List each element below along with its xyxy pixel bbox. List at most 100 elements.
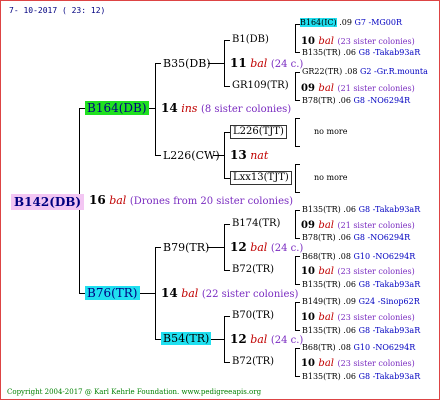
root-sisters: (Drones from 20 sister colonies)	[129, 196, 294, 207]
connector	[295, 348, 300, 349]
gen3-species: bal	[318, 266, 334, 277]
connector	[224, 40, 230, 41]
gen1-b-number: 14	[161, 286, 178, 300]
report-date: 7- 10-2017 ( 23: 12)	[9, 6, 106, 15]
gen4-year: .06	[338, 96, 351, 105]
gen2-sisters: (24 c.)	[270, 243, 304, 254]
connector	[295, 302, 300, 303]
connector	[224, 86, 230, 87]
connector	[155, 63, 156, 155]
connector	[224, 316, 225, 362]
gen3-sisters: (21 sister colonies)	[337, 221, 415, 230]
queen-gen3[interactable]: B1(DB)	[232, 35, 269, 45]
queen-gen4[interactable]: B78(TR) .06 G8 -NO6294R	[302, 234, 410, 242]
queen-gen4[interactable]: B164(IC) .09 G7 -MG00R	[300, 18, 402, 27]
queen-gen4[interactable]: B135(TR) .06 G8 -Takab93aR	[302, 281, 420, 289]
gen3-sisters: (21 sister colonies)	[337, 84, 415, 93]
queen-gen3[interactable]: B70(TR)	[232, 311, 274, 321]
connector	[295, 192, 300, 193]
queen-gen2[interactable]: B35(DB)	[163, 58, 211, 69]
gen3-species: bal	[318, 358, 334, 369]
gen4-breeder: G8 -Takab93aR	[358, 48, 421, 57]
queen-gen4[interactable]: B135(TR) .06 G8 -Takab93aR	[302, 49, 420, 57]
no-more-label: no more	[314, 127, 348, 136]
queen-gen4[interactable]: B68(TR) .08 G10 -NO6294R	[302, 253, 415, 261]
gen4-name: B68(TR)	[302, 343, 336, 352]
gen4-year: .06	[343, 326, 357, 335]
connector	[224, 40, 225, 86]
queen-gen3[interactable]: B174(TR)	[232, 219, 280, 229]
gen2-species: bal	[250, 241, 268, 254]
gen4-name: B135(TR)	[302, 205, 341, 214]
copyright-footer[interactable]: Copyright 2004-2017 @ Karl Kehrle Founda…	[7, 389, 261, 396]
queen-gen2[interactable]: L226(CW)	[163, 150, 220, 161]
gen2-info: 12 bal (24 c.)	[230, 241, 303, 254]
connector	[155, 155, 161, 156]
gen3-sisters: (23 sister colonies)	[337, 267, 415, 276]
queen-gen3[interactable]: B72(TR)	[232, 265, 274, 275]
connector	[224, 362, 230, 363]
queen-gen3[interactable]: GR109(TR)	[232, 81, 289, 91]
queen-gen4[interactable]: GR22(TR) .08 G2 -Gr.R.mounta	[302, 68, 428, 76]
gen4-name: B135(TR)	[302, 48, 341, 57]
gen2-number: 13	[230, 148, 247, 162]
gen1-b-species: bal	[181, 287, 199, 300]
gen4-breeder: G8 -NO6294R	[353, 233, 411, 242]
gen4-breeder: G8 -Takab93aR	[358, 372, 421, 381]
gen3-number: 09	[301, 83, 315, 94]
queen-gen2[interactable]: B54(TR)	[161, 332, 212, 345]
gen4-name: B135(TR)	[302, 280, 341, 289]
gen3-sisters: (23 sister colonies)	[337, 313, 415, 322]
queen-gen4[interactable]: B68(TR) .08 G10 -NO6294R	[302, 344, 415, 352]
gen1-a-info: 14 ins (8 sister colonies)	[161, 102, 291, 115]
connector	[155, 247, 156, 339]
queen-gen4[interactable]: B135(TR) .06 G8 -Takab93aR	[302, 206, 420, 214]
queen-gen3[interactable]: B72(TR)	[232, 357, 274, 367]
connector	[224, 224, 225, 270]
gen3-info: 10 bal (23 sister colonies)	[301, 35, 415, 47]
gen2-species: nat	[250, 149, 269, 162]
queen-gen4[interactable]: B135(TR) .06 G8 -Takab93aR	[302, 373, 420, 381]
gen2-sisters: (24 c.)	[270, 335, 304, 346]
connector	[295, 24, 296, 52]
queen-gen4[interactable]: B135(TR) .06 G8 -Takab93aR	[302, 327, 420, 335]
gen2-info: 11 bal (24 c.)	[230, 57, 303, 70]
gen4-name: GR22(TR)	[302, 67, 343, 76]
connector	[155, 247, 161, 248]
gen2-number: 12	[230, 240, 247, 254]
gen4-year: .06	[343, 280, 357, 289]
gen3-info: 09 bal (21 sister colonies)	[301, 82, 415, 94]
gen4-breeder: G10 -NO6294R	[353, 343, 416, 352]
connector	[295, 210, 296, 238]
queen-gen4[interactable]: B78(TR) .06 G8 -NO6294R	[302, 97, 410, 105]
gen1-b-info: 14 bal (22 sister colonies)	[161, 287, 298, 300]
gen4-breeder: G8 -Takab93aR	[358, 326, 421, 335]
queen-gen3[interactable]: Lxx13(TJT)	[230, 171, 292, 185]
gen4-name: B78(TR)	[302, 96, 336, 105]
gen3-species: bal	[318, 312, 334, 323]
connector	[295, 256, 300, 257]
gen3-species: bal	[318, 36, 334, 47]
gen4-year: .09	[343, 297, 357, 306]
pedigree-chart: 7- 10-2017 ( 23: 12) B142(DB) 16 bal (Dr…	[0, 0, 440, 400]
queen-gen1-b[interactable]: B76(TR)	[85, 286, 140, 300]
queen-gen3[interactable]: L226(TJT)	[230, 125, 287, 139]
queen-gen4[interactable]: B149(TR) .09 G24 -Sinop62R	[302, 298, 420, 306]
root-number: 16	[89, 193, 106, 207]
connector	[224, 132, 225, 178]
gen3-sisters: (23 sister colonies)	[337, 37, 415, 46]
queen-gen2[interactable]: B79(TR)	[163, 242, 209, 253]
gen2-info: 13 nat	[230, 149, 268, 161]
connector	[155, 63, 161, 64]
gen3-number: 09	[301, 220, 315, 231]
connector	[295, 118, 300, 119]
connector	[295, 210, 300, 211]
gen4-breeder: G24 -Sinop62R	[358, 297, 420, 306]
connector	[295, 164, 300, 165]
gen4-breeder: G8 -Takab93aR	[358, 205, 421, 214]
connector	[137, 293, 155, 294]
queen-root[interactable]: B142(DB)	[11, 194, 85, 210]
queen-gen1-a[interactable]: B164(DB)	[85, 101, 149, 115]
gen4-name: B78(TR)	[302, 233, 336, 242]
connector	[207, 247, 224, 248]
